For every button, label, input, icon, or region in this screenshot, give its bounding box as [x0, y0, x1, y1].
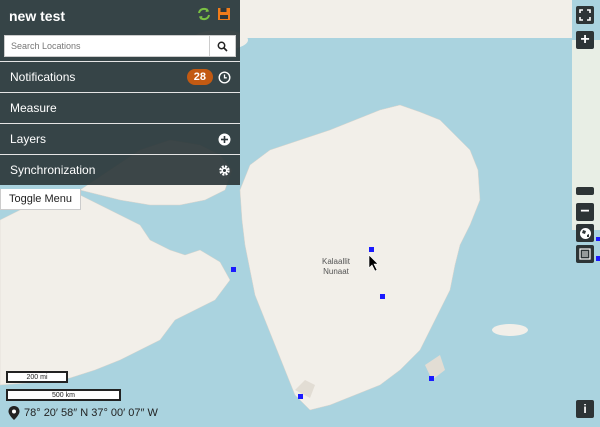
project-title: new test: [9, 8, 66, 24]
clock-icon: [218, 70, 231, 84]
map-marker: [596, 237, 600, 241]
map-marker: [596, 256, 600, 261]
notifications-badge-wrap: 28: [186, 69, 231, 85]
menu-item-label: Measure: [10, 101, 57, 115]
notification-count-badge: 28: [186, 69, 213, 85]
search-row: [4, 35, 236, 57]
menu-item-layers[interactable]: Layers: [0, 123, 240, 154]
info-button[interactable]: i: [576, 400, 594, 418]
menu-item-synchronization[interactable]: Synchronization: [0, 154, 240, 185]
location-pin-icon: [8, 406, 20, 420]
zoom-in-button[interactable]: +: [576, 31, 594, 49]
map-marker: [231, 267, 236, 272]
globe-icon: [579, 227, 591, 239]
zoom-out-button[interactable]: −: [576, 203, 594, 221]
side-panel: new test Search Locations Notifications …: [0, 0, 240, 185]
save-icon[interactable]: [217, 7, 231, 26]
map-marker: [298, 394, 303, 399]
scale-bar-metric: 500 km: [6, 389, 121, 401]
menu-item-label: Synchronization: [10, 163, 96, 177]
zoom-slider-handle[interactable]: [576, 187, 594, 195]
sync-icon[interactable]: [197, 7, 211, 26]
fullscreen-button[interactable]: [576, 6, 594, 24]
coordinates-readout: 78° 20′ 58″ N 37° 00′ 07″ W: [8, 406, 158, 420]
map-marker: [429, 376, 434, 381]
list-icon: [579, 248, 591, 260]
menu-item-label: Notifications: [10, 70, 76, 84]
toggle-menu-button[interactable]: Toggle Menu: [0, 189, 81, 210]
coordinates-text: 78° 20′ 58″ N 37° 00′ 07″ W: [24, 407, 158, 419]
legend-button[interactable]: [576, 245, 594, 263]
search-input[interactable]: [4, 35, 210, 57]
globe-button[interactable]: [576, 224, 594, 242]
menu-item-measure[interactable]: Measure: [0, 92, 240, 123]
place-label-line1: Kalaallit: [322, 257, 351, 266]
search-icon: [217, 41, 228, 52]
expand-icon: [579, 9, 591, 21]
scale-bar-imperial: 200 mi: [6, 371, 68, 383]
place-label-line2: Nunaat: [323, 267, 350, 276]
gear-icon[interactable]: [218, 164, 231, 177]
add-circle-icon[interactable]: [218, 133, 231, 146]
panel-header: new test: [0, 0, 240, 32]
header-icons: [197, 7, 231, 26]
search-button[interactable]: [210, 35, 236, 57]
menu-item-label: Layers: [10, 132, 47, 146]
map-marker: [380, 294, 385, 299]
menu-item-notifications[interactable]: Notifications 28: [0, 61, 240, 92]
map-marker: [369, 247, 374, 252]
